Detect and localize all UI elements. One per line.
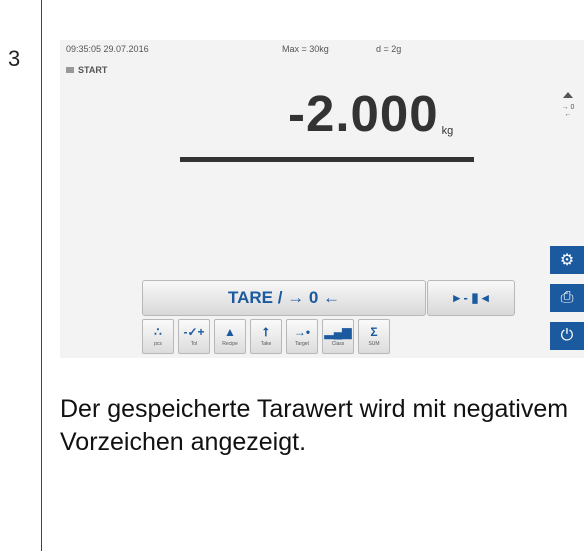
recipe-icon: ▲ [224, 325, 236, 339]
sigma-icon: Σ [370, 325, 378, 339]
function-key-bar: ∴ pcs -✓+ Tol ▲ Recipe ⭡ Take →• Target … [142, 319, 390, 354]
step-number: 3 [8, 46, 21, 71]
class-key-label: Class [331, 341, 345, 347]
capacity-bar [180, 157, 474, 162]
zero-button[interactable]: ▸ - ▮ ◂ [427, 280, 515, 316]
mode-icon [66, 67, 74, 73]
class-icon: ▂▄▆ [324, 325, 352, 339]
pieces-icon: ∴ [154, 325, 162, 339]
zero-indicator: → 0 ← [561, 104, 575, 118]
target-key[interactable]: →• Target [286, 319, 318, 354]
status-bar: 09:35:05 29.07.2016 Max = 30kg d = 2g [66, 44, 401, 54]
recipe-key-label: Recipe [222, 341, 238, 347]
divider-line [41, 0, 42, 551]
target-key-label: Target [295, 341, 309, 347]
class-key[interactable]: ▂▄▆ Class [322, 319, 354, 354]
power-icon: ⏻ [560, 327, 574, 344]
stability-icon [563, 92, 573, 98]
take-key-label: Take [260, 341, 272, 347]
mode-indicator: START [66, 65, 107, 75]
settings-button[interactable]: ⚙ [550, 246, 584, 274]
tare-button[interactable]: TARE / → 0 ← [142, 280, 426, 316]
mode-label: START [78, 65, 108, 75]
print-button[interactable]: ⎙ [550, 284, 584, 312]
max-capacity-text: Max = 30kg [282, 44, 329, 54]
tolerance-key[interactable]: -✓+ Tol [178, 319, 210, 354]
stability-indicators: → 0 ← [558, 92, 578, 118]
division-text: d = 2g [376, 44, 402, 54]
take-key[interactable]: ⭡ Take [250, 319, 282, 354]
gear-icon: ⚙ [559, 252, 575, 269]
sum-key-label: SUM [368, 341, 380, 347]
tolerance-key-label: Tol [190, 341, 198, 347]
weight-value: -2.000 [288, 85, 439, 142]
printer-icon: ⎙ [560, 289, 574, 306]
scale-display-screen: 09:35:05 29.07.2016 Max = 30kg d = 2g ST… [60, 40, 584, 358]
take-icon: ⭡ [263, 325, 269, 339]
pcs-key-label: pcs [154, 341, 162, 347]
weight-readout: -2.000 kg [288, 88, 453, 139]
recipe-key[interactable]: ▲ Recipe [214, 319, 246, 354]
tolerance-icon: -✓+ [183, 325, 205, 339]
sum-key[interactable]: Σ SUM [358, 319, 390, 354]
datetime-text: 09:35:05 29.07.2016 [66, 44, 149, 54]
weight-unit: kg [441, 125, 454, 137]
pcs-key[interactable]: ∴ pcs [142, 319, 174, 354]
power-button[interactable]: ⏻ [550, 322, 584, 350]
target-icon: →• [293, 325, 311, 339]
step-caption: Der gespeicherte Tarawert wird mit negat… [60, 395, 569, 456]
